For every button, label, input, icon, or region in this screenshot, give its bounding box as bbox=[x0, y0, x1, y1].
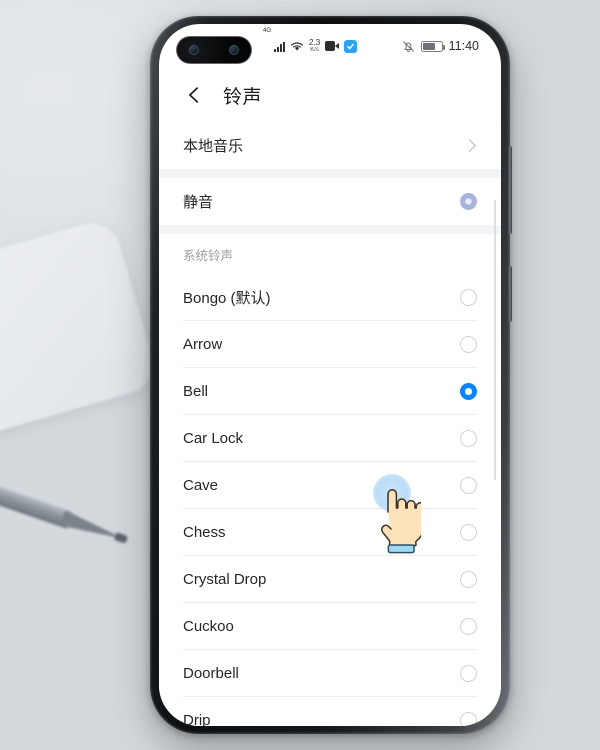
radio-ringtone[interactable] bbox=[460, 289, 477, 306]
radio-ringtone[interactable] bbox=[460, 571, 477, 588]
battery-icon bbox=[420, 40, 445, 52]
tap-hand-cursor bbox=[381, 489, 421, 554]
network-speed-indicator: 2.3 K/s bbox=[309, 38, 321, 54]
back-arrow-icon[interactable] bbox=[183, 84, 205, 106]
ringtone-label: Cave bbox=[183, 477, 219, 494]
ringtone-label: Crystal Drop bbox=[183, 571, 267, 588]
pen-tip bbox=[59, 510, 128, 547]
camera-lens-left-icon bbox=[189, 45, 199, 55]
desk-pen-object bbox=[0, 468, 130, 551]
radio-ringtone[interactable] bbox=[460, 524, 477, 541]
radio-ringtone[interactable] bbox=[460, 665, 477, 682]
ringtone-list[interactable]: 本地音乐 静音 系统铃声 Bongo (默认) Arrow Bell Car Lock… bbox=[159, 122, 501, 726]
ringtone-label: Bongo (默认) bbox=[183, 290, 271, 307]
list-item-ringtone[interactable]: Chess bbox=[159, 509, 501, 556]
wifi-icon bbox=[291, 41, 304, 51]
list-item-ringtone[interactable]: Cuckoo bbox=[159, 603, 501, 650]
radio-ringtone[interactable] bbox=[460, 712, 477, 726]
page-title: 铃声 bbox=[223, 86, 263, 108]
silent-label: 静音 bbox=[183, 194, 214, 211]
section-divider-top bbox=[159, 169, 501, 178]
volume-button[interactable] bbox=[508, 146, 512, 234]
status-bar: 4G 2.3 K/s 11:40 bbox=[159, 24, 501, 68]
ringtone-label: Doorbell bbox=[183, 665, 239, 682]
ringtone-label: Drip bbox=[183, 712, 211, 726]
radio-ringtone[interactable] bbox=[460, 430, 477, 447]
list-item-ringtone[interactable]: Car Lock bbox=[159, 415, 501, 462]
list-item-local-music[interactable]: 本地音乐 bbox=[159, 122, 501, 169]
section-divider-bottom bbox=[159, 225, 501, 234]
app-badge-icon bbox=[344, 39, 358, 53]
list-item-ringtone[interactable]: Doorbell bbox=[159, 650, 501, 697]
network-speed-value: 2.3 bbox=[309, 38, 321, 47]
list-item-ringtone[interactable]: Bell bbox=[159, 368, 501, 415]
status-bar-right-icons: 11:40 bbox=[402, 24, 479, 68]
chevron-right-icon bbox=[463, 139, 476, 152]
list-item-ringtone[interactable]: Drip bbox=[159, 697, 501, 726]
power-button[interactable] bbox=[508, 266, 512, 322]
ringtone-label: Chess bbox=[183, 524, 226, 541]
signal-bars-icon bbox=[274, 41, 286, 52]
desk-paper-object bbox=[0, 216, 161, 443]
ringtone-label: Bell bbox=[183, 383, 209, 400]
phone-screen: 4G 2.3 K/s 11:40 铃声 本地音乐 静音 系统铃声 Bongo (… bbox=[159, 24, 501, 726]
radio-ringtone[interactable] bbox=[460, 383, 477, 400]
radio-silent[interactable] bbox=[460, 193, 477, 210]
list-item-ringtone[interactable]: Cave bbox=[159, 462, 501, 509]
list-item-ringtone[interactable]: Bongo (默认) bbox=[159, 274, 501, 321]
scrollbar[interactable] bbox=[493, 200, 496, 480]
bell-off-icon bbox=[402, 40, 414, 52]
radio-ringtone[interactable] bbox=[460, 618, 477, 635]
clock-time: 11:40 bbox=[448, 39, 479, 53]
ringtone-label: Cuckoo bbox=[183, 618, 234, 635]
list-item-silent[interactable]: 静音 bbox=[159, 178, 501, 225]
radio-ringtone[interactable] bbox=[460, 336, 477, 353]
section-header-system-ringtones: 系统铃声 bbox=[159, 234, 501, 274]
camera-lens-right-icon bbox=[229, 45, 239, 55]
ringtone-label: Car Lock bbox=[183, 430, 244, 447]
ringtone-rows-container: Bongo (默认) Arrow Bell Car Lock Cave Chess Crys… bbox=[159, 274, 501, 726]
radio-ringtone[interactable] bbox=[460, 477, 477, 494]
status-bar-left-icons: 4G 2.3 K/s bbox=[263, 24, 358, 68]
network-speed-unit: K/s bbox=[310, 47, 319, 53]
camera-cutout bbox=[177, 37, 251, 63]
ringtone-label: Arrow bbox=[183, 336, 223, 353]
phone-device: 4G 2.3 K/s 11:40 铃声 本地音乐 静音 系统铃声 Bongo (… bbox=[150, 16, 512, 734]
video-camera-icon bbox=[325, 41, 340, 51]
app-bar: 铃声 bbox=[159, 68, 501, 122]
list-item-ringtone[interactable]: Crystal Drop bbox=[159, 556, 501, 603]
list-item-ringtone[interactable]: Arrow bbox=[159, 321, 501, 368]
local-music-label: 本地音乐 bbox=[183, 138, 244, 155]
signal-label: 4G bbox=[263, 28, 272, 34]
